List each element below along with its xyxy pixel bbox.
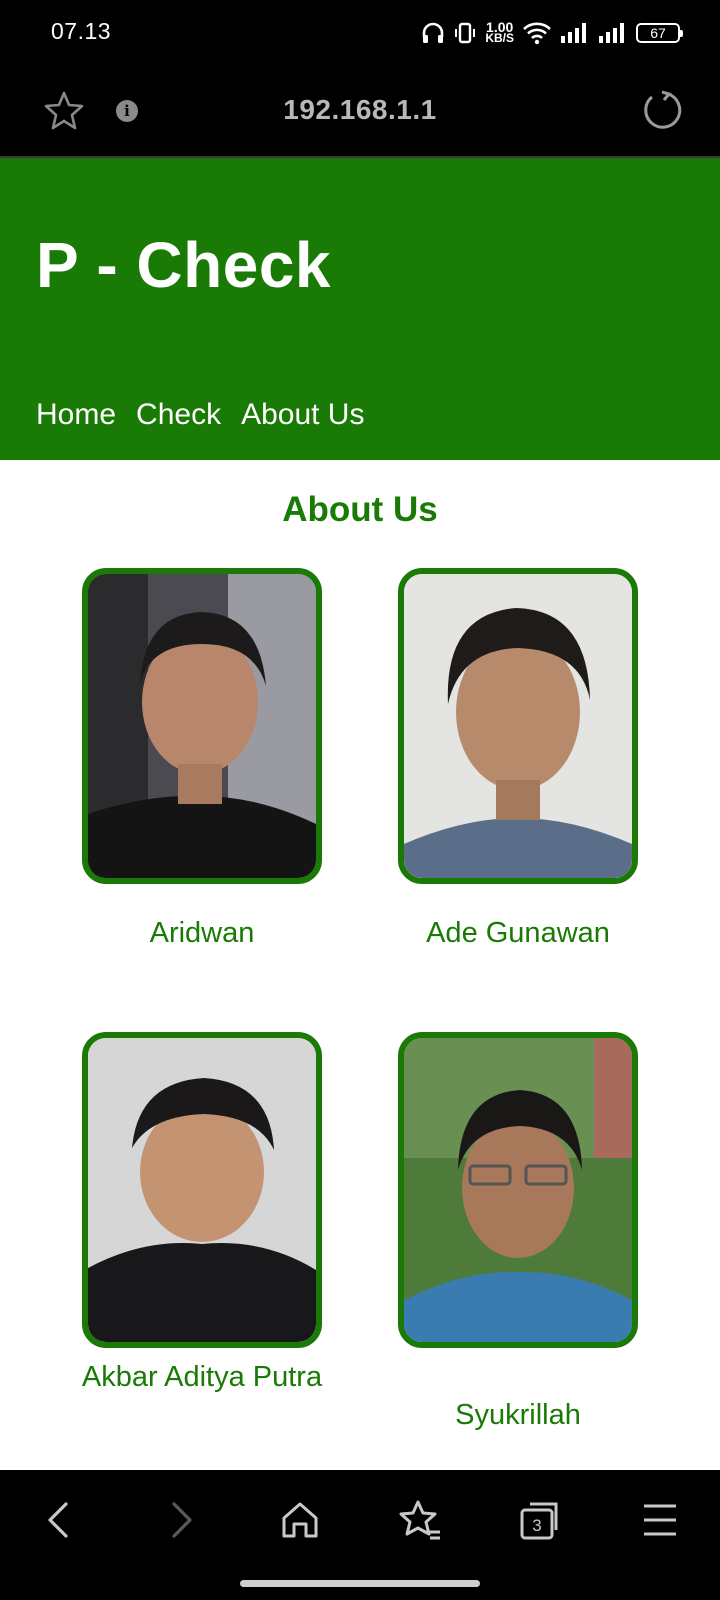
page-heading: About Us [282,490,438,529]
status-icons: 1.00 KB/S 67 [421,18,683,48]
signal-icon [598,22,628,44]
status-time: 07.13 [51,18,112,44]
web-page: P - Check Home Check About Us About Us A… [0,158,720,1470]
member-photo [82,1032,322,1348]
member-photo [398,1032,638,1348]
vibrate-icon [453,22,477,44]
nav-link-home[interactable]: Home [36,398,116,432]
tab-count: 3 [532,1516,541,1535]
wifi-icon [522,21,552,45]
member-name: Aridwan [149,917,255,949]
reload-icon[interactable] [640,88,684,132]
browser-address-bar: i 192.168.1.1 [0,64,720,158]
nav-link-check[interactable]: Check [136,398,221,432]
browser-nav-bar: 3 [0,1470,720,1600]
home-icon[interactable] [276,1496,324,1544]
tabs-icon[interactable]: 3 [516,1496,564,1544]
site-title: P - Check [36,229,331,301]
headphones-icon [421,22,445,44]
nav-link-about-us[interactable]: About Us [241,398,364,432]
battery-icon: 67 [636,23,683,43]
team-member-card: Syukrillah [398,1032,638,1431]
site-nav: Home Check About Us [36,398,364,432]
site-header: P - Check Home Check About Us [0,158,720,460]
back-icon[interactable] [36,1496,84,1544]
url-field[interactable]: 192.168.1.1 [0,94,720,126]
network-speed-unit: KB/S [485,31,514,45]
team-member-card: Akbar Aditya Putra [82,1032,322,1393]
signal-icon [560,22,590,44]
network-speed: 1.00 KB/S [485,20,514,45]
team-member-card: Aridwan [82,568,322,949]
member-name: Akbar Aditya Putra [81,1361,323,1393]
member-name: Ade Gunawan [426,917,610,949]
home-indicator[interactable] [240,1580,480,1587]
member-name: Syukrillah [455,1399,581,1431]
menu-icon[interactable] [636,1496,684,1544]
member-photo [398,568,638,884]
team-member-card: Ade Gunawan [398,568,638,949]
member-photo [82,568,322,884]
bookmarks-icon[interactable] [396,1496,444,1544]
forward-icon[interactable] [156,1496,204,1544]
status-bar: 07.13 1.00 KB/S 67 [0,0,720,64]
